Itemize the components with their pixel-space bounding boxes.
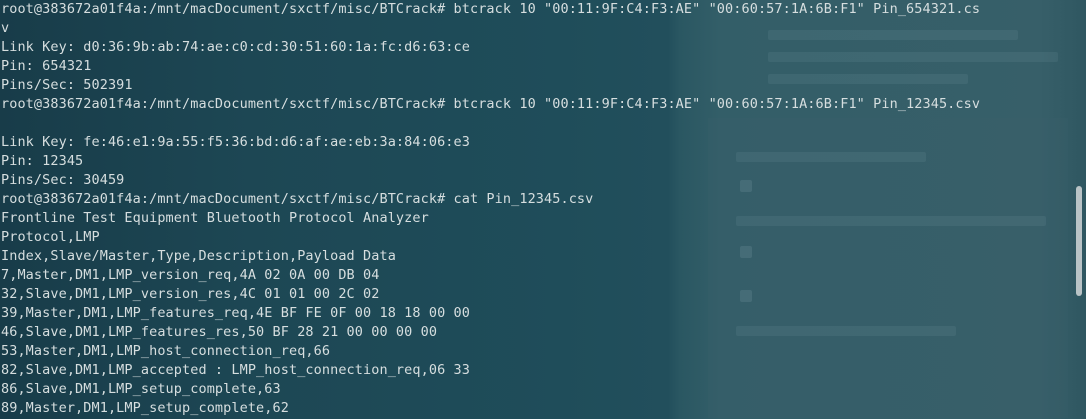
terminal-line: 39,Master,DM1,LMP_features_req,4E BF FE … — [1, 305, 470, 321]
scrollbar-thumb[interactable] — [1076, 186, 1082, 296]
terminal-line: v — [1, 20, 10, 36]
terminal-line: Index,Slave/Master,Type,Description,Payl… — [1, 248, 396, 264]
terminal-line: root@383672a01f4a:/mnt/macDocument/sxctf… — [1, 96, 981, 112]
terminal-line: Pin: 654321 — [1, 58, 92, 74]
terminal-line: 7,Master,DM1,LMP_version_req,4A 02 0A 00… — [1, 267, 380, 283]
terminal-line: Frontline Test Equipment Bluetooth Proto… — [1, 210, 429, 226]
terminal-line: 82,Slave,DM1,LMP_accepted : LMP_host_con… — [1, 362, 470, 378]
terminal-line: Pins/Sec: 502391 — [1, 77, 133, 93]
terminal-line: 32,Slave,DM1,LMP_version_res,4C 01 01 00… — [1, 286, 380, 302]
terminal-line: root@383672a01f4a:/mnt/macDocument/sxctf… — [1, 1, 981, 17]
terminal-line: Protocol,LMP — [1, 229, 100, 245]
terminal-line: Link Key: d0:36:9b:ab:74:ae:c0:cd:30:51:… — [1, 39, 470, 55]
terminal-line: 46,Slave,DM1,LMP_features_res,50 BF 28 2… — [1, 324, 438, 340]
terminal-line: 89,Master,DM1,LMP_setup_complete,62 — [1, 400, 289, 416]
terminal-line: Pins/Sec: 30459 — [1, 172, 125, 188]
scrollbar[interactable] — [1072, 0, 1086, 419]
terminal-line: Link Key: fe:46:e1:9a:55:f5:36:bd:d6:af:… — [1, 134, 470, 150]
terminal-line: root@383672a01f4a:/mnt/macDocument/sxctf… — [1, 191, 594, 207]
terminal-output[interactable]: root@383672a01f4a:/mnt/macDocument/sxctf… — [1, 0, 980, 418]
terminal-window[interactable]: root@383672a01f4a:/mnt/macDocument/sxctf… — [0, 0, 1086, 419]
terminal-line: 53,Master,DM1,LMP_host_connection_req,66 — [1, 343, 331, 359]
terminal-line: 86,Slave,DM1,LMP_setup_complete,63 — [1, 381, 281, 397]
terminal-line: Pin: 12345 — [1, 153, 84, 169]
